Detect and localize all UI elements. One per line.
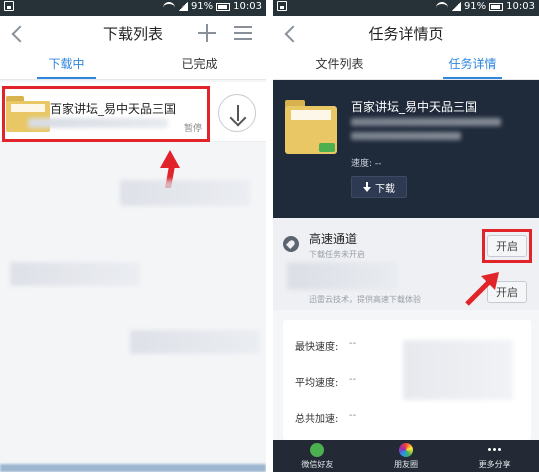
- status-bar: 91% 10:03: [273, 0, 539, 16]
- screenshot-icon: [4, 1, 14, 11]
- total-boost-label: 总共加速:: [295, 414, 339, 425]
- clock: 10:03: [506, 1, 535, 12]
- share-wechat[interactable]: 微信好友: [273, 440, 362, 472]
- tab-downloading[interactable]: 下载中: [0, 50, 133, 79]
- battery-percent: 91%: [190, 1, 214, 12]
- watermark-blur: [120, 180, 250, 206]
- download-icon[interactable]: [218, 94, 256, 132]
- download-list-screen: 91% 10:03 下载列表 下载中 已完成 百家讲坛_易中天品三国 暂停: [0, 0, 266, 472]
- share-more-label: 更多分享: [478, 459, 511, 469]
- max-speed-label: 最快速度:: [295, 342, 339, 353]
- watermark-blur: [403, 340, 513, 400]
- page-title: 下载列表: [102, 24, 163, 43]
- share-more[interactable]: 更多分享: [450, 440, 539, 472]
- wifi-icon: [162, 2, 175, 11]
- moments-icon: [399, 442, 413, 457]
- rocket-icon: [283, 236, 299, 252]
- back-icon[interactable]: [10, 24, 26, 42]
- screenshot-icon: [277, 1, 287, 11]
- add-task-icon[interactable]: [198, 24, 216, 42]
- task-size-info: [351, 118, 501, 126]
- more-icon: [488, 443, 502, 457]
- high-speed-title: 高速通道: [309, 232, 358, 246]
- tab-file-list[interactable]: 文件列表: [273, 50, 406, 79]
- wechat-icon: [310, 442, 325, 457]
- max-speed-value: --: [349, 338, 357, 349]
- high-speed-note: 迅雷云技术，提供高速下载体验: [309, 295, 421, 304]
- footer-bar: [0, 464, 266, 472]
- menu-icon[interactable]: [234, 26, 252, 40]
- total-boost-value: --: [349, 410, 357, 421]
- task-name: 百家讲坛_易中天品三国: [351, 100, 478, 114]
- download-tabs: 下载中 已完成: [0, 50, 266, 80]
- battery-icon: [489, 2, 504, 11]
- share-wechat-label: 微信好友: [301, 459, 334, 469]
- avg-speed-label: 平均速度:: [295, 378, 339, 389]
- status-bar: 91% 10:03: [0, 0, 266, 16]
- task-detail-screen: 91% 10:03 任务详情页 文件列表 任务详情 百家讲坛_易中天品三国 速度…: [273, 0, 539, 472]
- share-moments-label: 朋友圈: [394, 459, 418, 469]
- signal-icon: [177, 2, 188, 11]
- red-arrow-icon: [465, 272, 499, 306]
- speed-stats-panel: 最快速度: -- 平均速度: -- 总共加速: --: [283, 320, 531, 440]
- title-bar: 下载列表: [0, 16, 266, 50]
- watermark-blur: [287, 262, 397, 290]
- detail-tabs: 文件列表 任务详情: [273, 50, 539, 80]
- speed-readout: 速度: --: [351, 159, 382, 169]
- signal-icon: [450, 2, 461, 11]
- download-button[interactable]: 下载: [351, 176, 407, 198]
- high-speed-subtitle: 下载任务未开启: [309, 250, 365, 259]
- share-moments[interactable]: 朋友圈: [362, 440, 451, 472]
- highlight-box: [2, 86, 210, 142]
- download-arrow-icon: [363, 182, 371, 192]
- tab-completed[interactable]: 已完成: [133, 50, 266, 79]
- share-bar: 微信好友 朋友圈 更多分享: [273, 440, 539, 472]
- page-title: 任务详情页: [368, 24, 444, 43]
- download-button-label: 下载: [375, 183, 395, 195]
- avg-speed-value: --: [349, 374, 357, 385]
- title-bar: 任务详情页: [273, 16, 539, 50]
- back-icon[interactable]: [283, 24, 299, 42]
- watermark-blur: [130, 330, 260, 354]
- screen-divider: [266, 0, 273, 472]
- highlight-box: [482, 229, 532, 263]
- tab-task-detail[interactable]: 任务详情: [406, 50, 539, 79]
- battery-percent: 91%: [463, 1, 487, 12]
- watermark-blur: [10, 262, 140, 286]
- clock: 10:03: [233, 1, 262, 12]
- battery-icon: [216, 2, 231, 11]
- task-progress-info: [351, 132, 461, 140]
- wifi-icon: [435, 2, 448, 11]
- folder-icon: [285, 100, 337, 154]
